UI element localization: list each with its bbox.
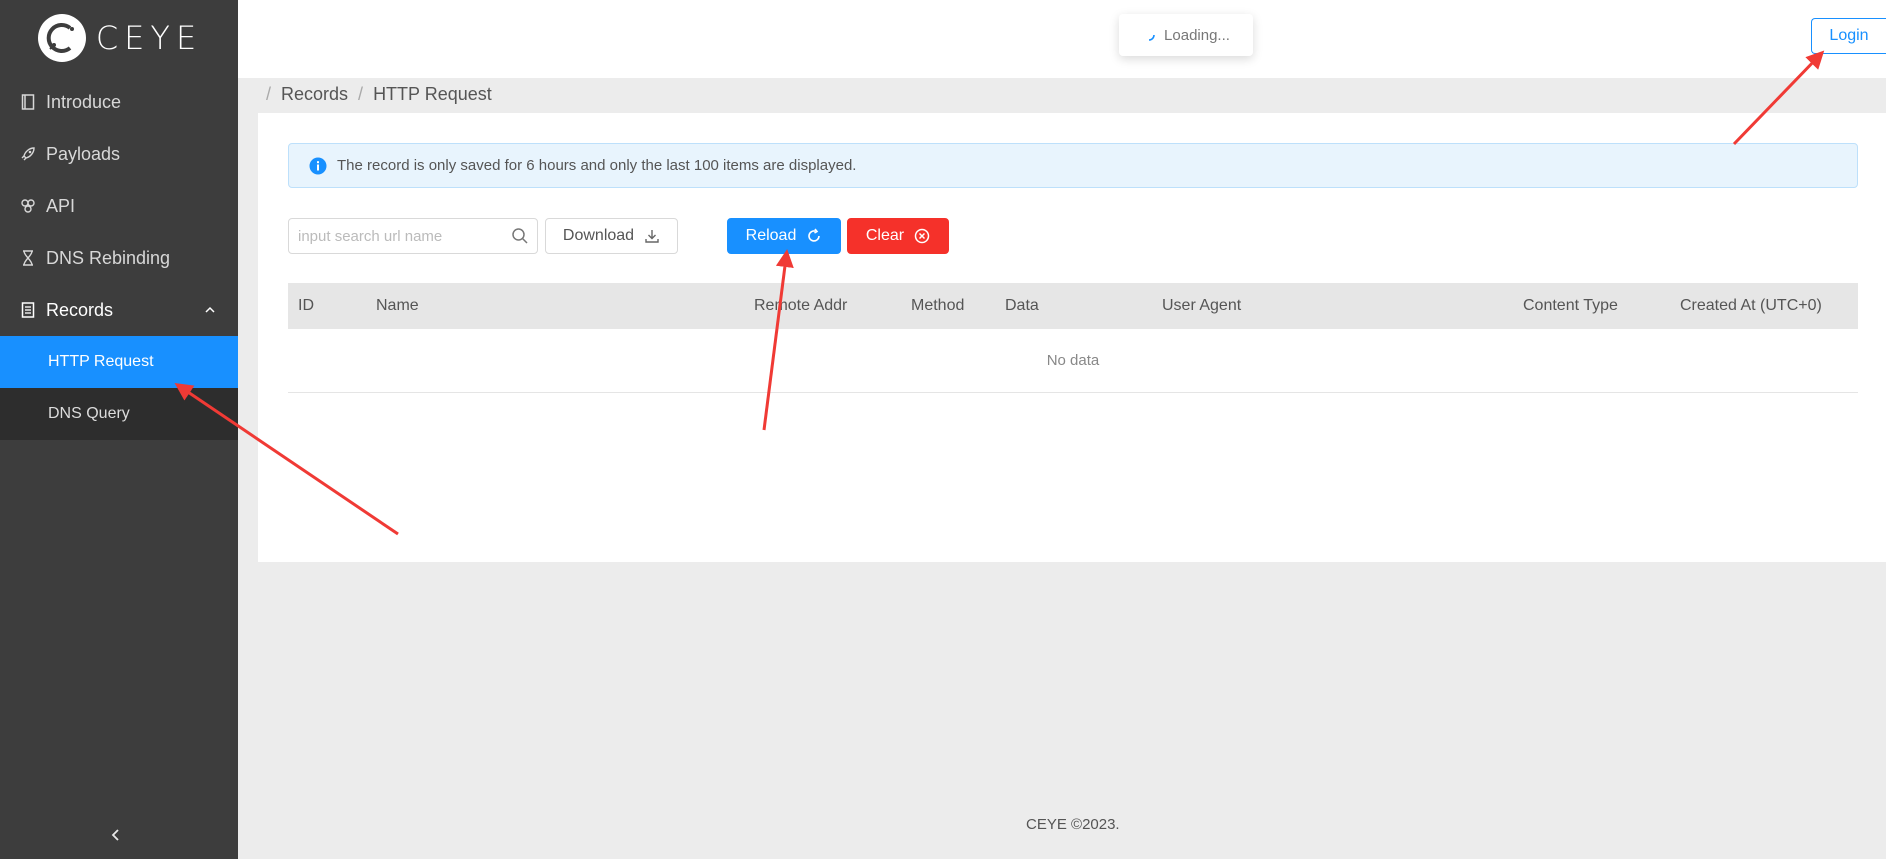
main-content: The record is only saved for 6 hours and… <box>258 113 1886 562</box>
breadcrumb-separator: / <box>266 84 272 104</box>
sidebar-item-label: Records <box>46 299 114 320</box>
sidebar-subitem-label: DNS Query <box>48 405 130 422</box>
api-icon <box>20 197 36 215</box>
hourglass-icon <box>20 249 36 267</box>
clear-button[interactable]: Clear <box>847 218 949 254</box>
records-submenu: HTTP Request DNS Query <box>0 336 238 440</box>
sidebar-item-introduce[interactable]: Introduce <box>0 76 238 128</box>
refresh-icon <box>808 228 821 242</box>
column-header-data[interactable]: Data <box>1005 297 1039 315</box>
download-icon <box>645 230 659 243</box>
sidebar-item-api[interactable]: API <box>0 180 238 232</box>
loading-text: Loading... <box>1164 26 1230 44</box>
sidebar-item-label: API <box>46 195 76 216</box>
reload-label: Reload <box>745 227 797 244</box>
sidebar-menu: Introduce Payloads API DNS Rebinding Rec… <box>0 76 238 336</box>
chevron-left-icon <box>111 829 119 841</box>
sidebar-subitem-label: HTTP Request <box>48 353 154 370</box>
sidebar-item-label: Payloads <box>46 143 121 164</box>
spinner-icon <box>1148 34 1155 41</box>
column-header-user-agent[interactable]: User Agent <box>1162 297 1241 315</box>
logo-text: CEYE <box>95 19 203 57</box>
table-header: ID Name Remote Addr Method Data User Age… <box>288 283 1858 329</box>
rocket-icon <box>20 145 36 163</box>
sidebar-item-dns-rebinding[interactable]: DNS Rebinding <box>0 232 238 284</box>
info-icon <box>309 157 327 174</box>
footer-text: CEYE ©2023. <box>1026 816 1120 833</box>
top-header: Loading... Login <box>238 0 1886 78</box>
alert-text: The record is only saved for 6 hours and… <box>337 157 857 174</box>
sidebar-item-records[interactable]: Records <box>0 284 238 336</box>
chevron-up-icon <box>205 306 215 313</box>
column-header-method[interactable]: Method <box>911 297 964 315</box>
sidebar-item-label: DNS Rebinding <box>46 247 171 268</box>
search-box <box>288 218 538 254</box>
column-header-remote-addr[interactable]: Remote Addr <box>754 297 847 315</box>
loading-toast: Loading... <box>1119 14 1253 56</box>
download-label: Download <box>562 227 635 244</box>
logo[interactable]: CEYE <box>0 0 238 76</box>
breadcrumb-item-http-request: HTTP Request <box>373 84 492 104</box>
column-header-name[interactable]: Name <box>376 297 419 315</box>
login-button[interactable]: Login <box>1811 18 1886 54</box>
sidebar: CEYE Introduce Payloads API DNS Rebindin… <box>0 0 238 859</box>
sidebar-item-dns-query[interactable]: DNS Query <box>0 388 238 440</box>
empty-state: No data <box>288 329 1858 393</box>
breadcrumb-item-records[interactable]: Records <box>281 84 348 105</box>
column-header-id[interactable]: ID <box>298 297 314 315</box>
clear-label: Clear <box>865 227 905 244</box>
search-input[interactable] <box>289 219 499 253</box>
records-table: ID Name Remote Addr Method Data User Age… <box>288 283 1858 393</box>
info-alert: The record is only saved for 6 hours and… <box>288 143 1858 188</box>
column-header-created-at[interactable]: Created At (UTC+0) <box>1680 297 1822 315</box>
reload-button[interactable]: Reload <box>727 218 841 254</box>
sidebar-item-label: Introduce <box>46 91 122 112</box>
records-icon <box>20 301 36 319</box>
sidebar-item-payloads[interactable]: Payloads <box>0 128 238 180</box>
search-icon[interactable] <box>511 227 529 245</box>
column-header-content-type[interactable]: Content Type <box>1523 297 1618 315</box>
close-circle-icon <box>914 228 930 244</box>
download-button[interactable]: Download <box>545 218 678 254</box>
collapse-sidebar-button[interactable] <box>106 825 126 845</box>
breadcrumb-separator: / <box>358 84 364 104</box>
book-icon <box>20 93 36 111</box>
sidebar-item-http-request[interactable]: HTTP Request <box>0 336 238 388</box>
ceye-logo-icon <box>37 14 86 62</box>
breadcrumb: / Records / HTTP Request <box>266 84 492 105</box>
